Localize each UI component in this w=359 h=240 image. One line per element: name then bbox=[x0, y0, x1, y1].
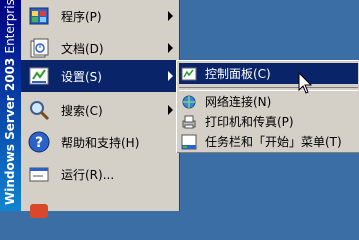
submenu-arrow-icon bbox=[168, 11, 173, 21]
banner-title: Windows Server 2003 bbox=[3, 57, 17, 205]
programs-icon bbox=[23, 0, 55, 32]
control-panel-icon bbox=[181, 66, 197, 82]
settings-submenu: 控制面板(C) 网络连接(N) 打印机和传真(P) 任务栏和「开始」菜单(T) bbox=[176, 60, 359, 153]
printers-faxes-icon bbox=[181, 114, 197, 130]
mouse-pointer-icon bbox=[298, 72, 313, 94]
shutdown-icon bbox=[23, 192, 55, 224]
menu-item-partial bbox=[21, 192, 179, 224]
submenu-item-label: 控制面板(C) bbox=[205, 67, 271, 81]
menu-item-label: 设置(S) bbox=[61, 69, 102, 84]
submenu-item-label: 打印机和传真(P) bbox=[205, 115, 294, 129]
submenu-arrow-icon bbox=[168, 105, 173, 115]
menu-item-label: 帮助和支持(H) bbox=[61, 135, 140, 150]
menu-item-search[interactable]: 搜索(C) bbox=[21, 94, 179, 126]
menu-item-programs[interactable]: 程序(P) bbox=[21, 0, 179, 32]
run-icon bbox=[23, 158, 55, 190]
submenu-item-taskbar-start-menu[interactable]: 任务栏和「开始」菜单(T) bbox=[179, 131, 358, 152]
menu-item-run[interactable]: 运行(R)... bbox=[21, 158, 179, 190]
settings-icon bbox=[23, 60, 55, 92]
svg-text:?: ? bbox=[35, 135, 43, 151]
submenu-item-label: 任务栏和「开始」菜单(T) bbox=[205, 135, 342, 149]
submenu-item-label: 网络连接(N) bbox=[205, 95, 272, 109]
submenu-item-printers-faxes[interactable]: 打印机和传真(P) bbox=[179, 111, 358, 132]
submenu-arrow-icon bbox=[168, 71, 173, 81]
menu-item-settings[interactable]: 设置(S) bbox=[21, 60, 179, 92]
menu-item-label: 搜索(C) bbox=[61, 103, 103, 118]
banner-text: Windows Server 2003 Enterprise Edition bbox=[0, 0, 21, 211]
submenu-item-control-panel[interactable]: 控制面板(C) bbox=[179, 63, 358, 84]
search-icon bbox=[23, 94, 55, 126]
network-connections-icon bbox=[181, 94, 197, 110]
banner-edition: Enterprise Edition bbox=[3, 0, 17, 54]
help-icon: ? bbox=[23, 126, 55, 158]
taskbar-start-menu-icon bbox=[181, 134, 197, 150]
menu-item-label: 文档(D) bbox=[61, 41, 104, 56]
menu-item-label: 程序(P) bbox=[61, 9, 102, 24]
submenu-arrow-icon bbox=[168, 43, 173, 53]
menu-item-help[interactable]: ? 帮助和支持(H) bbox=[21, 126, 179, 158]
start-menu: Windows Server 2003 Enterprise Edition 程… bbox=[0, 0, 180, 218]
submenu-item-network-connections[interactable]: 网络连接(N) bbox=[179, 91, 358, 112]
start-menu-banner: Windows Server 2003 Enterprise Edition bbox=[0, 0, 21, 211]
menu-item-label: 运行(R)... bbox=[61, 167, 115, 182]
